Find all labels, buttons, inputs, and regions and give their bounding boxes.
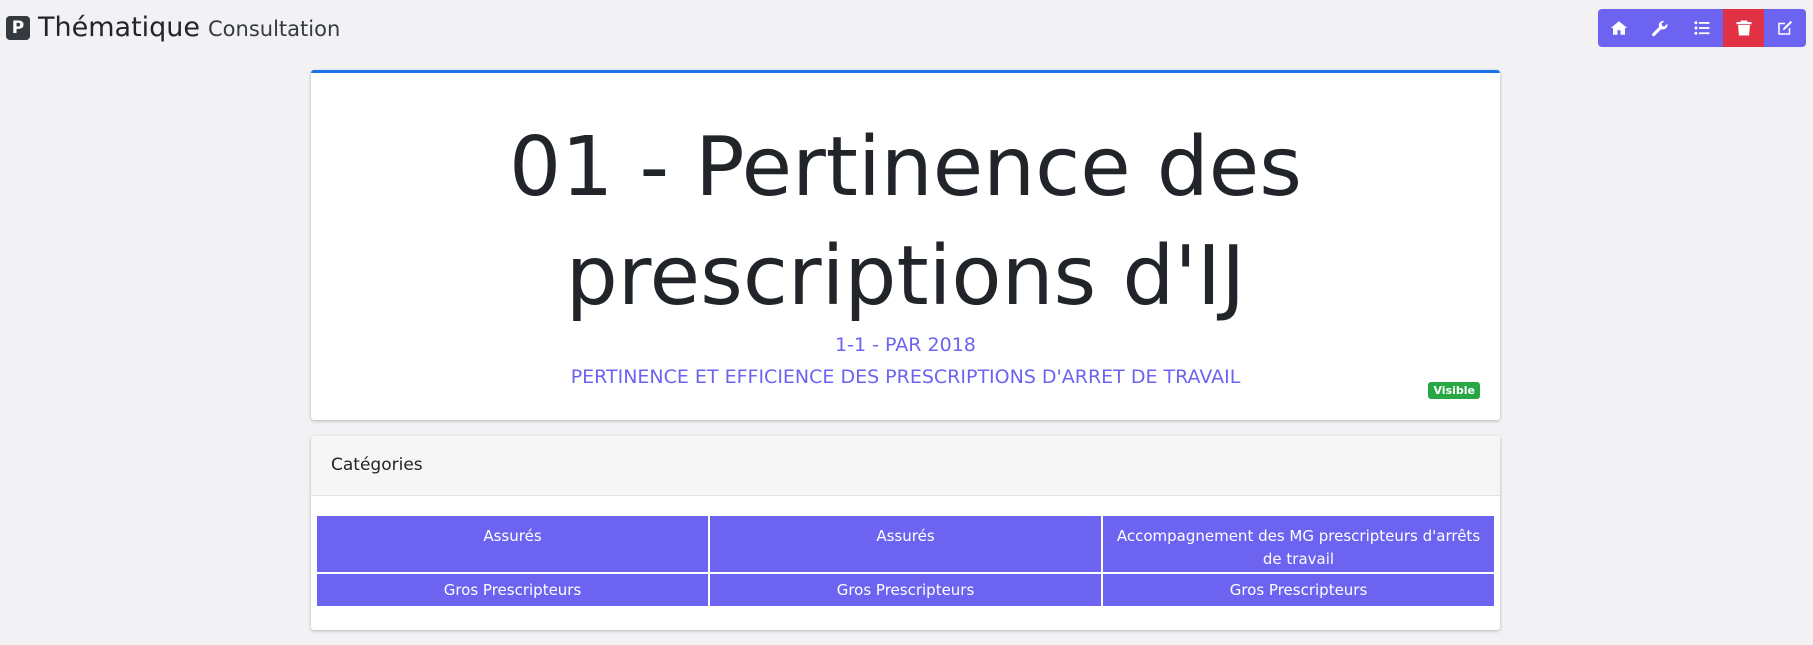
page-header: P Thématique Consultation	[6, 12, 340, 43]
settings-button[interactable]	[1639, 9, 1682, 47]
category-cell[interactable]: Assurés	[317, 516, 708, 572]
edit-icon	[1778, 20, 1793, 35]
home-button[interactable]	[1598, 9, 1640, 47]
app-logo: P	[6, 15, 30, 40]
action-toolbar	[1598, 9, 1806, 47]
category-cell[interactable]: Gros Prescripteurs	[317, 574, 708, 606]
theme-card: 01 - Pertinence des prescriptions d'IJ 1…	[311, 70, 1500, 420]
list-button[interactable]	[1681, 9, 1723, 47]
category-cell[interactable]: Gros Prescripteurs	[710, 574, 1101, 606]
theme-title-line-2: prescriptions d'IJ	[565, 229, 1246, 324]
theme-code: 1-1 - PAR 2018	[835, 334, 976, 356]
trash-icon	[1736, 20, 1752, 36]
list-icon	[1694, 21, 1710, 35]
categories-grid: Assurés Assurés Accompagnement des MG pr…	[317, 516, 1494, 606]
top-bar: P Thématique Consultation	[0, 0, 1813, 60]
theme-title-line-1: 01 - Pertinence des	[509, 120, 1302, 215]
categories-header: Catégories	[311, 436, 1500, 496]
edit-button[interactable]	[1764, 9, 1806, 47]
page-title: Thématique	[38, 12, 201, 43]
category-cell[interactable]: Assurés	[710, 516, 1101, 572]
theme-title: 01 - Pertinence des prescriptions d'IJ	[311, 113, 1500, 331]
wrench-icon	[1652, 20, 1668, 37]
status-badge: Visible	[1428, 382, 1480, 399]
category-cell[interactable]: Gros Prescripteurs	[1103, 574, 1494, 606]
categories-card: Catégories Assurés Assurés Accompagnemen…	[311, 436, 1500, 630]
category-cell[interactable]: Accompagnement des MG prescripteurs d'ar…	[1103, 516, 1494, 572]
theme-description: PERTINENCE ET EFFICIENCE DES PRESCRIPTIO…	[570, 366, 1241, 388]
home-icon	[1610, 21, 1628, 35]
page-subtitle: Consultation	[208, 17, 341, 41]
delete-button[interactable]	[1722, 9, 1765, 47]
